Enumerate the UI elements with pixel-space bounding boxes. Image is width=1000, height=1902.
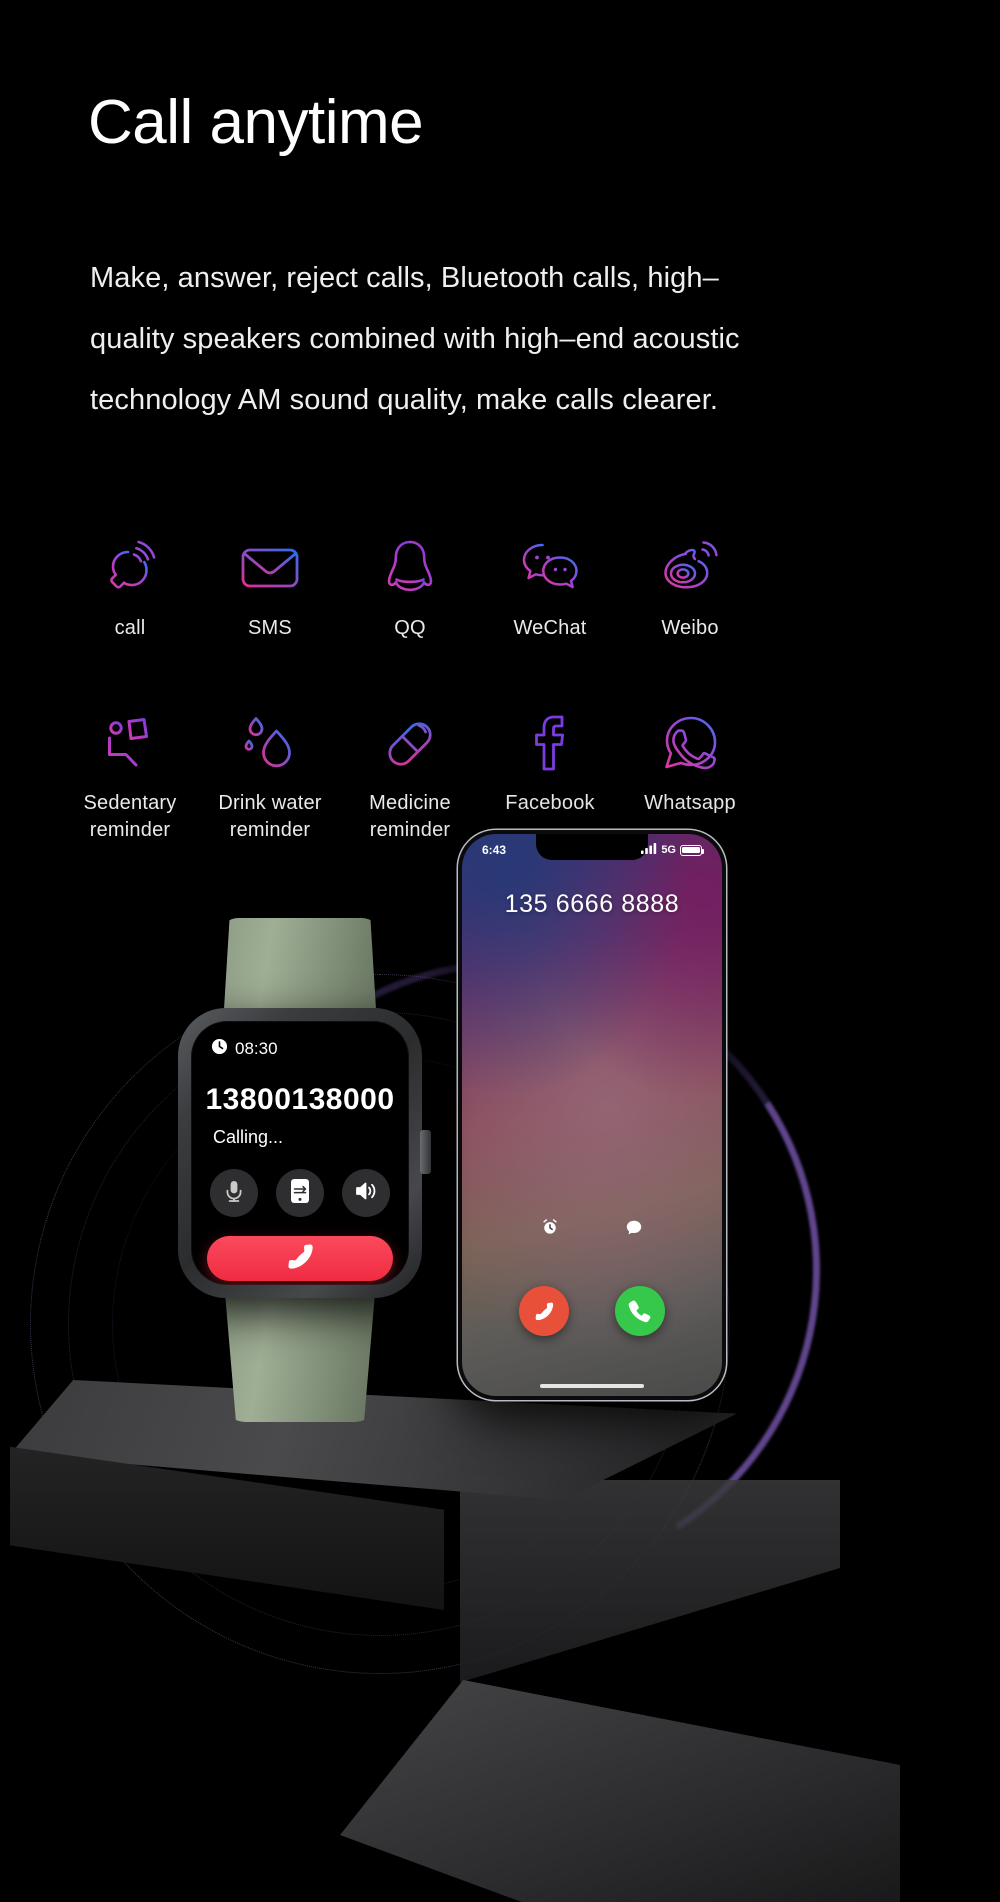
feature-item-sedentary-reminder[interactable]: Sedentary reminder xyxy=(60,710,200,844)
clock-icon xyxy=(211,1038,228,1060)
speaker-icon xyxy=(354,1180,378,1207)
feature-label: call xyxy=(114,617,146,639)
pill-capsule-icon xyxy=(372,710,448,776)
feature-label: Weibo xyxy=(661,617,719,639)
feature-label: Drink water reminder xyxy=(218,792,322,841)
watch-call-controls xyxy=(191,1169,409,1217)
feature-item-sms[interactable]: SMS xyxy=(200,535,340,642)
weibo-eye-icon xyxy=(652,535,728,601)
microphone-icon xyxy=(223,1179,245,1208)
answer-call-button[interactable] xyxy=(615,1286,665,1336)
decline-call-button[interactable] xyxy=(519,1286,569,1336)
feature-item-facebook[interactable]: Facebook xyxy=(480,710,620,844)
feature-label: Facebook xyxy=(505,792,595,814)
page-description: Make, answer, reject calls, Bluetooth ca… xyxy=(90,262,740,416)
feature-item-qq[interactable]: QQ xyxy=(340,535,480,642)
feature-label: WeChat xyxy=(513,617,587,639)
phone-screen: 6:43 5G 135 6666 8888 xyxy=(462,834,722,1396)
status-time: 6:43 xyxy=(482,843,507,857)
mute-button[interactable] xyxy=(210,1169,258,1217)
watch-hangup-button[interactable] xyxy=(207,1236,393,1281)
water-drop-icon xyxy=(232,710,308,776)
watch-time-row: 08:30 xyxy=(211,1038,278,1060)
watch-time: 08:30 xyxy=(235,1039,278,1058)
battery-full-icon xyxy=(680,844,705,856)
watch-case: 08:30 13800138000 Calling... xyxy=(178,1008,431,1298)
watch-call-status: Calling... xyxy=(213,1127,284,1147)
wechat-bubbles-icon xyxy=(512,535,588,601)
feature-item-wechat[interactable]: WeChat xyxy=(480,535,620,642)
smartphone: 6:43 5G 135 6666 8888 xyxy=(458,830,726,1400)
pedestal-side xyxy=(460,1480,840,1683)
phone-status-bar: 6:43 5G xyxy=(462,841,722,859)
pedestal-lower-slab xyxy=(340,1680,900,1902)
alarm-clock-icon[interactable] xyxy=(539,1216,561,1238)
call-reminder-icons xyxy=(462,1216,722,1238)
facebook-f-icon xyxy=(512,710,588,776)
feature-label: SMS xyxy=(248,617,292,639)
page-title: Call anytime xyxy=(88,88,424,157)
whatsapp-icon xyxy=(652,710,728,776)
feature-item-whatsapp[interactable]: Whatsapp xyxy=(620,710,760,844)
feature-item-drink-water-reminder[interactable]: Drink water reminder xyxy=(200,710,340,844)
feature-item-medicine-reminder[interactable]: Medicine reminder xyxy=(340,710,480,844)
smartwatch: 08:30 13800138000 Calling... xyxy=(150,918,450,1422)
message-bubble-icon[interactable] xyxy=(623,1216,645,1238)
phone-ring-icon xyxy=(92,535,168,601)
feature-item-weibo[interactable]: Weibo xyxy=(620,535,760,642)
phone-transfer-icon xyxy=(290,1178,310,1209)
product-scene: 6:43 5G 135 6666 8888 08:30 13800138000 … xyxy=(0,830,1000,1902)
signal-bars-icon xyxy=(641,843,657,857)
feature-row-1: call SMS QQ WeChat Weibo xyxy=(60,535,760,642)
qq-penguin-icon xyxy=(372,535,448,601)
feature-label: Sedentary reminder xyxy=(83,792,177,841)
phone-call-actions xyxy=(462,1286,722,1336)
feature-label: QQ xyxy=(394,617,426,639)
transfer-call-button[interactable] xyxy=(276,1169,324,1217)
pedestal xyxy=(10,1380,900,1902)
promo-page: Call anytime Make, answer, reject calls,… xyxy=(0,0,1000,1902)
sedentary-person-icon xyxy=(92,710,168,776)
speaker-button[interactable] xyxy=(342,1169,390,1217)
incoming-caller-number: 135 6666 8888 xyxy=(504,890,680,918)
home-indicator xyxy=(540,1384,644,1388)
feature-label: Medicine reminder xyxy=(369,792,451,841)
feature-row-2: Sedentary reminder Drink water reminder xyxy=(60,710,760,844)
feature-label: Whatsapp xyxy=(644,792,736,814)
watch-screen: 08:30 13800138000 Calling... xyxy=(191,1021,409,1285)
feature-item-call[interactable]: call xyxy=(60,535,200,642)
network-label: 5G xyxy=(661,844,676,856)
watch-caller-number: 13800138000 xyxy=(205,1083,395,1116)
watch-crown-button[interactable] xyxy=(420,1130,431,1174)
envelope-icon xyxy=(232,535,308,601)
phone-hangup-icon xyxy=(282,1238,318,1279)
